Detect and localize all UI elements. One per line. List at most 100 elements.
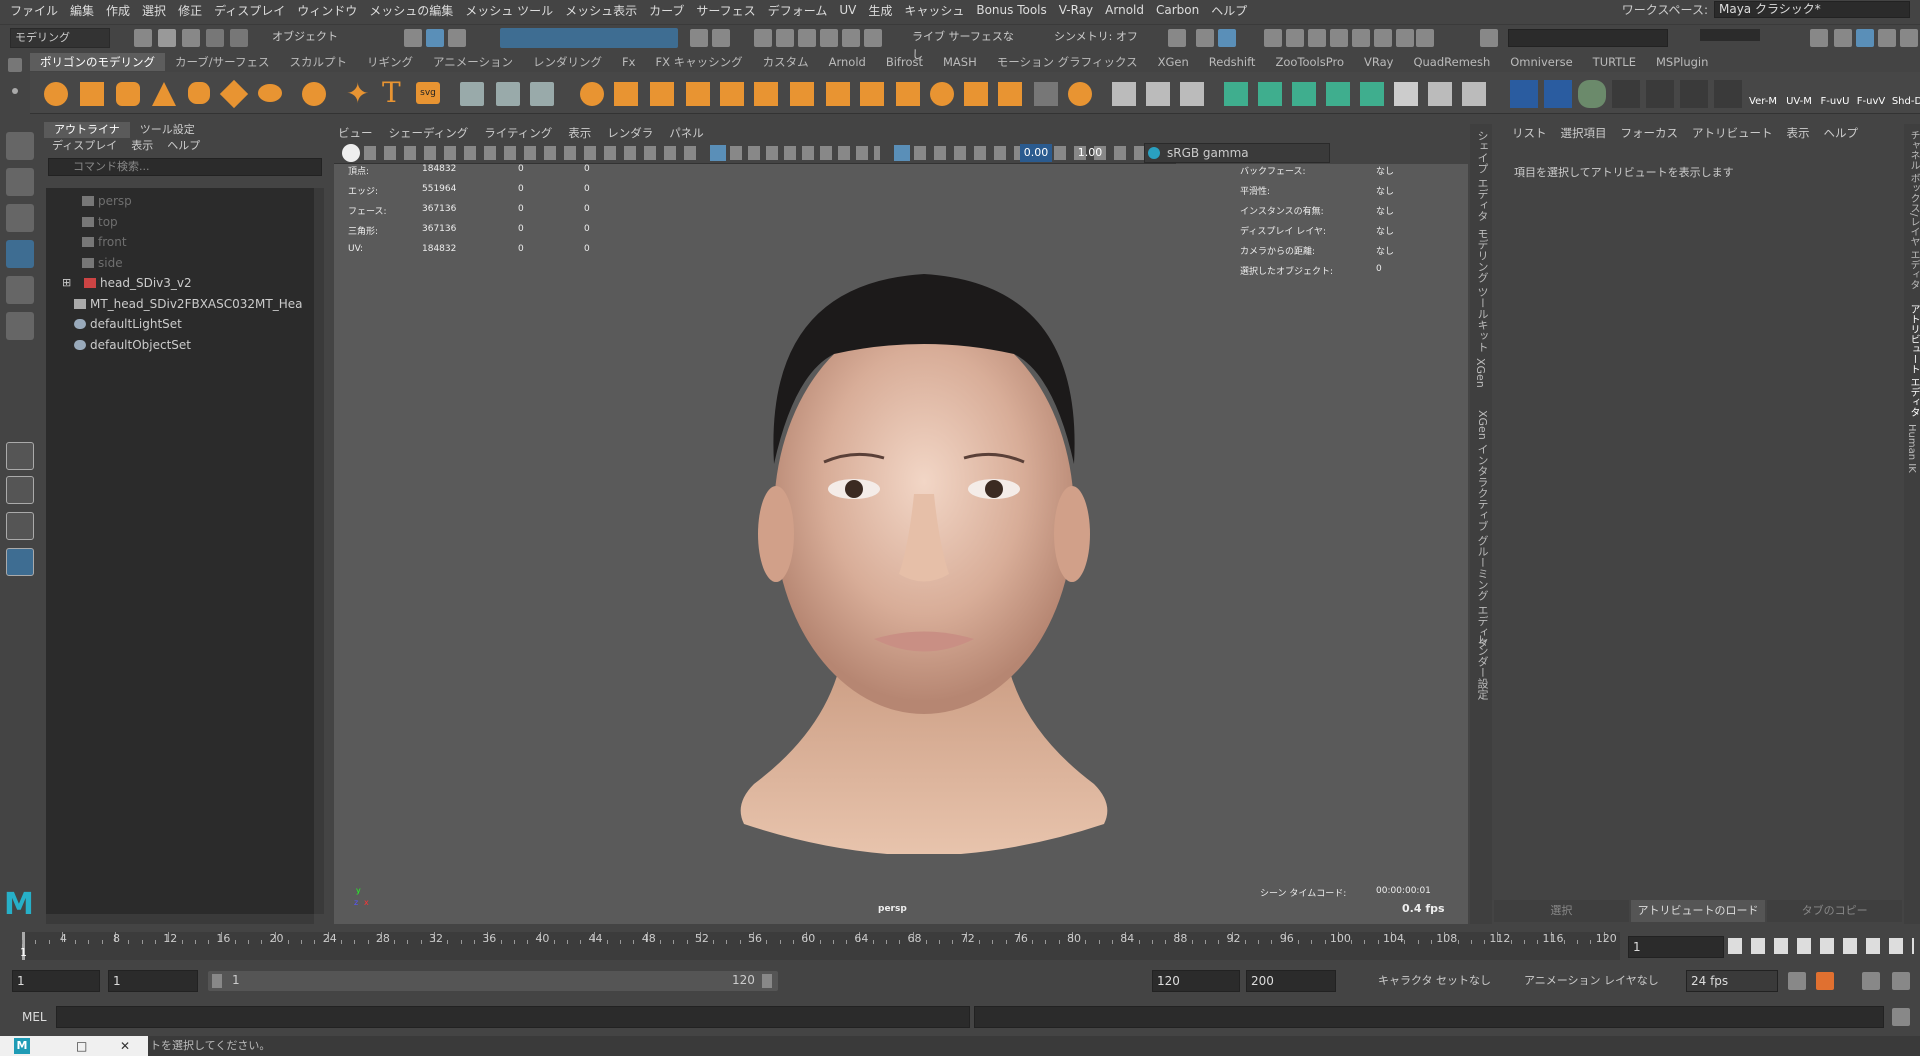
quick-input-field[interactable] bbox=[1508, 29, 1668, 47]
insert-edge-loop-icon[interactable] bbox=[1146, 82, 1170, 106]
bevel-edges-icon[interactable] bbox=[930, 82, 954, 106]
input-field-icon[interactable] bbox=[1480, 29, 1498, 47]
shelf-tab[interactable]: MASH bbox=[933, 53, 987, 71]
light-editor-icon[interactable] bbox=[1352, 29, 1370, 47]
outliner-layout-icon[interactable] bbox=[6, 548, 34, 576]
attr-menu-show[interactable]: 表示 bbox=[1787, 124, 1810, 142]
side-tab-channel-box[interactable]: チャネル ボックス/レイヤ エディタ bbox=[1906, 130, 1920, 290]
shelf-tab[interactable]: モーション グラフィックス bbox=[987, 53, 1148, 71]
shelf-tab[interactable]: VRay bbox=[1354, 53, 1403, 71]
outliner-menu-help[interactable]: ヘルプ bbox=[167, 138, 200, 154]
shelf-tab[interactable]: スカルプト bbox=[280, 53, 358, 71]
playback-end-field[interactable]: 120 bbox=[1152, 970, 1240, 992]
shelf-tab[interactable]: Omniverse bbox=[1500, 53, 1582, 71]
menu-item[interactable]: メッシュ表示 bbox=[565, 2, 637, 19]
time-ruler[interactable]: 1 4 8 12 16 20 24 28 32 36 40 44 48 52 56 60 64 68 72 76 80… bbox=[20, 932, 1620, 960]
shelf-tab[interactable]: QuadRemesh bbox=[1403, 53, 1500, 71]
grid-toggle-icon[interactable] bbox=[710, 145, 726, 161]
render-setup-icon[interactable] bbox=[1330, 29, 1348, 47]
lock-icon[interactable] bbox=[690, 29, 708, 47]
shelf-tab[interactable]: カスタム bbox=[753, 53, 819, 71]
shelf-tab[interactable]: Redshift bbox=[1199, 53, 1266, 71]
menu-item[interactable]: カーブ bbox=[649, 2, 684, 19]
range-handle-start[interactable] bbox=[212, 974, 222, 988]
outliner-menu-show[interactable]: 表示 bbox=[131, 138, 153, 154]
color-space-dropdown[interactable]: sRGB gamma bbox=[1144, 143, 1330, 163]
two-view-icon[interactable] bbox=[6, 512, 34, 540]
list-tool-icon[interactable] bbox=[1714, 80, 1742, 108]
sculpt-icon[interactable] bbox=[460, 82, 484, 106]
combine-icon[interactable] bbox=[580, 82, 604, 106]
outliner-scrollbar[interactable] bbox=[314, 188, 324, 914]
select-object-icon[interactable] bbox=[426, 29, 444, 47]
menu-item[interactable]: 生成 bbox=[868, 2, 892, 19]
remesh-icon[interactable] bbox=[754, 82, 778, 106]
menu-item[interactable]: V-Ray bbox=[1059, 3, 1093, 17]
range-slider[interactable]: 1 120 bbox=[208, 971, 778, 991]
svg-icon[interactable]: svg bbox=[416, 82, 440, 104]
side-tab-render-settings[interactable]: レンダー設定 bbox=[1474, 634, 1490, 700]
side-tab-modeling-toolkit[interactable]: モデリング ツールキット bbox=[1474, 228, 1490, 353]
snap-curve-icon[interactable] bbox=[776, 29, 794, 47]
command-input[interactable] bbox=[56, 1006, 970, 1028]
range-handle-end[interactable] bbox=[762, 974, 772, 988]
separate-icon[interactable] bbox=[614, 82, 638, 106]
time-settings-icon[interactable] bbox=[1892, 972, 1910, 990]
color-management-icon[interactable] bbox=[1148, 147, 1160, 159]
render-settings-icon[interactable] bbox=[1286, 29, 1304, 47]
shelf-tab[interactable]: XGen bbox=[1148, 53, 1199, 71]
shelf-label-uv-m[interactable]: UV-M bbox=[1782, 80, 1816, 108]
shelf-tab[interactable]: ZooToolsPro bbox=[1265, 53, 1354, 71]
menu-item[interactable]: ヘルプ bbox=[1211, 2, 1247, 19]
settings-icon[interactable] bbox=[1810, 29, 1828, 47]
toggle-channel-icon[interactable] bbox=[1900, 29, 1918, 47]
menu-item[interactable]: 作成 bbox=[106, 2, 130, 19]
fps-dropdown[interactable]: 24 fps bbox=[1686, 970, 1778, 992]
shelf-tab[interactable]: カーブ/サーフェス bbox=[165, 53, 280, 71]
menu-item[interactable]: メッシュの編集 bbox=[369, 2, 453, 19]
menu-item[interactable]: ディスプレイ bbox=[214, 2, 285, 19]
target-weld-icon[interactable] bbox=[1180, 82, 1204, 106]
super-shape-icon[interactable]: ✦ bbox=[346, 80, 369, 108]
attr-menu-list[interactable]: リスト bbox=[1512, 124, 1547, 142]
platonic-solid-icon[interactable] bbox=[302, 82, 326, 106]
maya-taskbar-icon[interactable]: M bbox=[14, 1038, 30, 1054]
checker-icon[interactable] bbox=[1394, 82, 1418, 106]
history-icon[interactable] bbox=[1168, 29, 1186, 47]
shelf-label-f-uvu[interactable]: F-uvU bbox=[1818, 80, 1852, 108]
save-scene-icon[interactable] bbox=[182, 29, 200, 47]
uv-grid-icon[interactable] bbox=[1510, 80, 1538, 108]
triangulate-icon[interactable] bbox=[1034, 82, 1058, 106]
fill-hole-icon[interactable] bbox=[964, 82, 988, 106]
poly-cone-icon[interactable] bbox=[152, 82, 176, 106]
side-tab-xgen-grooming[interactable]: XGen インタラクティブ グルーミング エディタ bbox=[1474, 410, 1490, 648]
undo-icon[interactable] bbox=[206, 29, 224, 47]
snap-view-icon[interactable] bbox=[820, 29, 838, 47]
retopo-icon[interactable] bbox=[790, 82, 814, 106]
selection-mode-dropdown[interactable]: オブジェクト bbox=[268, 28, 378, 48]
redo-icon[interactable] bbox=[230, 29, 248, 47]
snap-toolbar[interactable] bbox=[500, 28, 678, 48]
select-component-icon[interactable] bbox=[448, 29, 466, 47]
camera-tools-group[interactable] bbox=[364, 146, 704, 160]
poly-cube-icon[interactable] bbox=[80, 82, 104, 106]
menu-item[interactable]: デフォーム bbox=[768, 2, 828, 19]
live-surface-field[interactable]: ライブ サーフェスなし bbox=[908, 28, 1020, 61]
poly-plane-icon[interactable] bbox=[219, 79, 249, 109]
layout-icon[interactable] bbox=[1834, 29, 1852, 47]
head-model[interactable] bbox=[714, 244, 1134, 854]
extrude-icon[interactable] bbox=[826, 82, 850, 106]
scale-tool-icon[interactable] bbox=[6, 312, 34, 340]
menu-item[interactable]: ウィンドウ bbox=[297, 2, 357, 19]
uv-editor-icon[interactable] bbox=[1224, 82, 1248, 106]
symmetry-dropdown[interactable]: シンメトリ: オフ bbox=[1050, 28, 1154, 48]
loop-icon[interactable] bbox=[1788, 972, 1806, 990]
delete-history-icon[interactable] bbox=[1462, 82, 1486, 106]
attr-menu-attributes[interactable]: アトリビュート bbox=[1692, 124, 1773, 142]
cylindrical-map-icon[interactable] bbox=[1292, 82, 1316, 106]
copy-tab-button[interactable]: タブのコピー bbox=[1767, 900, 1903, 922]
shelf-tab[interactable]: アニメーション bbox=[423, 53, 523, 71]
head-mesh-icon[interactable] bbox=[1646, 80, 1674, 108]
expand-icon[interactable]: ⊞ bbox=[62, 274, 71, 292]
outliner-item[interactable]: persp bbox=[46, 192, 314, 210]
